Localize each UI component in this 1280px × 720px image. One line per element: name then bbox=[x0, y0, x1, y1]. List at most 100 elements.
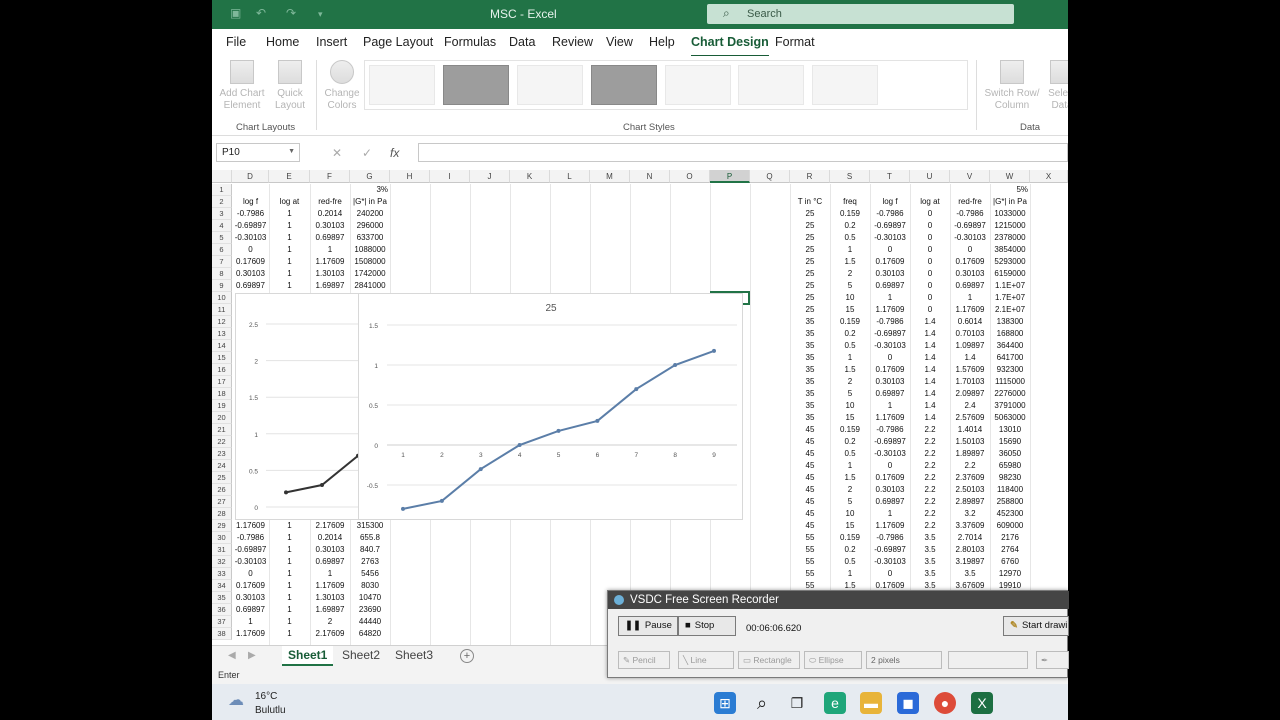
cell-header[interactable]: red-fre bbox=[310, 196, 350, 208]
column-header[interactable]: P bbox=[710, 170, 750, 183]
cell-header[interactable]: T in °C bbox=[790, 196, 830, 208]
row-header[interactable]: 24 bbox=[212, 460, 232, 472]
data-point[interactable] bbox=[634, 387, 639, 392]
row-header[interactable]: 1 bbox=[212, 184, 232, 196]
cell[interactable]: 0.30103 bbox=[232, 592, 269, 604]
cell[interactable]: 35 bbox=[790, 400, 830, 412]
customize-toolbar-icon[interactable]: ▾ bbox=[318, 9, 323, 20]
change-colors-button[interactable]: Change Colors bbox=[318, 60, 366, 112]
cell[interactable]: 55 bbox=[790, 556, 830, 568]
cell[interactable]: 0 bbox=[910, 292, 950, 304]
cell[interactable]: 2276000 bbox=[990, 388, 1030, 400]
cell[interactable]: -0.7986 bbox=[232, 208, 269, 220]
cell[interactable]: 0.69897 bbox=[310, 556, 350, 568]
row-header[interactable]: 20 bbox=[212, 412, 232, 424]
cell[interactable]: 3.5 bbox=[910, 532, 950, 544]
cell[interactable]: 0 bbox=[870, 352, 910, 364]
cell-header[interactable]: |G*| in Pa bbox=[350, 196, 390, 208]
row-header[interactable]: 37 bbox=[212, 616, 232, 628]
cell[interactable]: 1 bbox=[269, 280, 310, 292]
menu-chart-design[interactable]: Chart Design bbox=[691, 35, 769, 57]
cell[interactable]: -0.30103 bbox=[950, 232, 990, 244]
cell[interactable]: 1.17609 bbox=[870, 520, 910, 532]
cell-header[interactable]: log f bbox=[232, 196, 269, 208]
cell[interactable]: -0.30103 bbox=[870, 340, 910, 352]
rectangle-tool[interactable]: ▭ Rectangle bbox=[738, 651, 800, 669]
row-header[interactable]: 28 bbox=[212, 508, 232, 520]
cell[interactable]: 1 bbox=[269, 604, 310, 616]
row-header[interactable]: 7 bbox=[212, 256, 232, 268]
column-header[interactable]: J bbox=[470, 170, 510, 183]
cell[interactable]: 45 bbox=[790, 436, 830, 448]
add-sheet-icon[interactable]: + bbox=[460, 649, 474, 663]
cell[interactable]: 2 bbox=[830, 376, 870, 388]
select-data-button[interactable]: Select Data bbox=[1042, 60, 1068, 112]
row-header[interactable]: 22 bbox=[212, 436, 232, 448]
cell[interactable]: 0 bbox=[232, 244, 269, 256]
cell[interactable]: 0.159 bbox=[830, 208, 870, 220]
row-header[interactable]: 16 bbox=[212, 364, 232, 376]
cell[interactable]: 2841000 bbox=[350, 280, 390, 292]
cell[interactable]: 1 bbox=[269, 580, 310, 592]
cell[interactable]: 2.2 bbox=[910, 448, 950, 460]
cell[interactable]: 1.7E+07 bbox=[990, 292, 1030, 304]
cell[interactable]: 6159000 bbox=[990, 268, 1030, 280]
data-point[interactable] bbox=[401, 506, 405, 511]
cell[interactable]: 0.6014 bbox=[950, 316, 990, 328]
cell[interactable]: 1.30103 bbox=[310, 592, 350, 604]
chart-style-5[interactable] bbox=[665, 65, 731, 105]
color-select[interactable] bbox=[948, 651, 1028, 669]
cell[interactable]: 55 bbox=[790, 568, 830, 580]
cell[interactable]: 1.4 bbox=[910, 340, 950, 352]
menu-view[interactable]: View bbox=[606, 35, 633, 49]
row-header[interactable]: 23 bbox=[212, 448, 232, 460]
cell[interactable]: 452300 bbox=[990, 508, 1030, 520]
cell[interactable]: 3791000 bbox=[990, 400, 1030, 412]
cell[interactable]: 1 bbox=[269, 532, 310, 544]
cell[interactable]: 0.17609 bbox=[950, 256, 990, 268]
cell[interactable]: 1.30103 bbox=[310, 268, 350, 280]
cell[interactable]: 1 bbox=[830, 244, 870, 256]
cell[interactable]: 3.5 bbox=[910, 568, 950, 580]
cell[interactable]: 1 bbox=[870, 400, 910, 412]
cell[interactable]: 0.30103 bbox=[870, 268, 910, 280]
cell[interactable]: -0.69897 bbox=[870, 328, 910, 340]
row-header[interactable]: 29 bbox=[212, 520, 232, 532]
cell[interactable]: 1.57609 bbox=[950, 364, 990, 376]
cell[interactable]: 0.2 bbox=[830, 328, 870, 340]
cell[interactable]: 45 bbox=[790, 508, 830, 520]
cell[interactable]: 0 bbox=[910, 232, 950, 244]
cell[interactable]: 1 bbox=[870, 508, 910, 520]
cell[interactable]: 1.17609 bbox=[310, 580, 350, 592]
chart-style-7[interactable] bbox=[812, 65, 878, 105]
cell[interactable]: 0.30103 bbox=[310, 544, 350, 556]
add-chart-element-button[interactable]: Add Chart Element bbox=[218, 60, 266, 112]
cell[interactable]: 1742000 bbox=[350, 268, 390, 280]
cell[interactable]: 1 bbox=[269, 208, 310, 220]
cell[interactable]: 0.2 bbox=[830, 220, 870, 232]
cell[interactable]: 25 bbox=[790, 280, 830, 292]
cell[interactable]: 5293000 bbox=[990, 256, 1030, 268]
row-header[interactable]: 6 bbox=[212, 244, 232, 256]
cell[interactable]: -0.69897 bbox=[232, 544, 269, 556]
line-tool[interactable]: ╲ Line bbox=[678, 651, 734, 669]
cell[interactable]: 2.1E+07 bbox=[990, 304, 1030, 316]
cell[interactable]: -0.30103 bbox=[870, 448, 910, 460]
cell[interactable]: -0.7986 bbox=[232, 532, 269, 544]
cell[interactable]: 1.17609 bbox=[870, 304, 910, 316]
cell-note[interactable]: 3% bbox=[350, 184, 390, 196]
chart-style-3[interactable] bbox=[517, 65, 583, 105]
cell[interactable]: 240200 bbox=[350, 208, 390, 220]
column-header[interactable]: S bbox=[830, 170, 870, 183]
cell[interactable]: 2.2 bbox=[910, 484, 950, 496]
cell[interactable]: 3.5 bbox=[950, 568, 990, 580]
cell[interactable]: 2.7014 bbox=[950, 532, 990, 544]
cell-header[interactable]: log at bbox=[269, 196, 310, 208]
cell[interactable]: 25 bbox=[790, 220, 830, 232]
data-point[interactable] bbox=[439, 498, 444, 503]
cell[interactable]: 168800 bbox=[990, 328, 1030, 340]
cell[interactable]: 35 bbox=[790, 352, 830, 364]
cell[interactable]: 1 bbox=[269, 232, 310, 244]
column-header[interactable]: L bbox=[550, 170, 590, 183]
undo-icon[interactable]: ↶ bbox=[256, 6, 266, 20]
